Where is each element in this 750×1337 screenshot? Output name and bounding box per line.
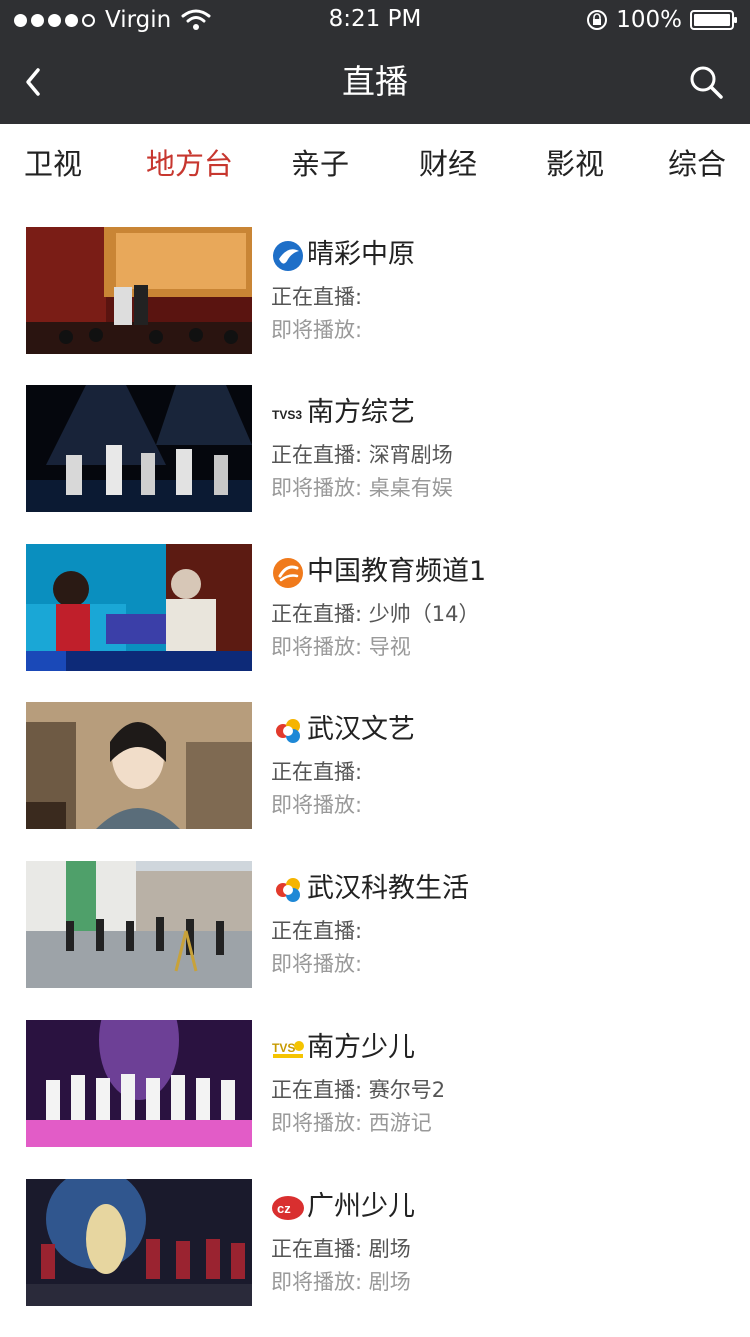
channel-thumbnail <box>26 1020 252 1147</box>
cetv-logo-icon <box>273 558 303 588</box>
channel-item[interactable]: 晴彩中原 正在直播: 即将播放: <box>0 227 750 385</box>
tvs-kids-logo-icon: TVS <box>271 1038 305 1058</box>
concert-band-image <box>26 385 252 512</box>
stage-event-image <box>26 227 252 354</box>
page-title: 直播 <box>342 62 408 101</box>
up-next: 即将播放: 桌桌有娱 <box>271 476 453 500</box>
category-tabs: 卫视 地方台 亲子 财经 影视 综合 <box>0 124 750 204</box>
tab-zonghe[interactable]: 综合 <box>668 144 726 184</box>
now-playing: 正在直播: 少帅（14） <box>271 602 480 626</box>
street-scene-image <box>26 861 252 988</box>
channel-item[interactable]: TVS3 南方综艺 正在直播: 深宵剧场 即将播放: 桌桌有娱 <box>0 385 750 543</box>
channel-name: 中国教育频道1 <box>307 556 487 587</box>
tab-difangtai[interactable]: 地方台 <box>146 144 233 184</box>
battery-percent: 100% <box>616 7 682 33</box>
svg-text:cz: cz <box>277 1201 291 1216</box>
up-next: 即将播放: 导视 <box>271 635 411 659</box>
kids-dance-image <box>26 1179 252 1306</box>
now-playing: 正在直播: <box>271 919 363 943</box>
status-bar: Virgin 8:21 PM 100% <box>0 0 750 40</box>
education-news-image <box>26 544 252 671</box>
kids-stage-image <box>26 1020 252 1147</box>
svg-text:TVS3: TVS3 <box>272 408 302 422</box>
tab-weishi[interactable]: 卫视 <box>24 144 82 184</box>
search-icon[interactable] <box>688 64 724 100</box>
gz-logo-icon: cz <box>272 1196 304 1220</box>
up-next: 即将播放: 剧场 <box>271 1270 411 1294</box>
channel-name: 武汉科教生活 <box>307 873 469 904</box>
now-playing: 正在直播: 赛尔号2 <box>271 1078 446 1102</box>
rotation-lock-icon <box>587 10 608 30</box>
drama-poster-image <box>26 702 252 829</box>
channel-name: 晴彩中原 <box>307 239 415 270</box>
channel-name: 南方少儿 <box>307 1032 415 1063</box>
channel-item[interactable]: 武汉科教生活 正在直播: 即将播放: <box>0 861 750 1019</box>
channel-name: 武汉文艺 <box>307 714 415 745</box>
now-playing: 正在直播: 深宵剧场 <box>271 443 453 467</box>
channel-thumbnail <box>26 861 252 988</box>
tvs-variety-logo-icon: TVS3 <box>271 405 305 423</box>
wuhan-tv-logo-icon <box>276 878 300 902</box>
up-next: 即将播放: <box>271 318 363 342</box>
svg-text:TVS: TVS <box>272 1041 295 1055</box>
battery-icon <box>690 10 737 30</box>
back-icon[interactable] <box>18 62 50 102</box>
qingcai-zhongyuan-logo-icon <box>273 241 303 271</box>
tab-caijing[interactable]: 财经 <box>419 144 477 184</box>
channel-item[interactable]: TVS 南方少儿 正在直播: 赛尔号2 即将播放: 西游记 <box>0 1020 750 1178</box>
channel-item[interactable]: 武汉文艺 正在直播: 即将播放: <box>0 702 750 860</box>
channel-thumbnail <box>26 1179 252 1306</box>
channel-thumbnail <box>26 544 252 671</box>
channel-name: 广州少儿 <box>307 1191 415 1222</box>
channel-item[interactable]: cz 广州少儿 正在直播: 剧场 即将播放: 剧场 <box>0 1179 750 1337</box>
now-playing: 正在直播: <box>271 285 363 309</box>
up-next: 即将播放: <box>271 793 363 817</box>
now-playing: 正在直播: <box>271 760 363 784</box>
tab-yingshi[interactable]: 影视 <box>546 144 604 184</box>
channel-thumbnail <box>26 702 252 829</box>
now-playing: 正在直播: 剧场 <box>271 1237 411 1261</box>
up-next: 即将播放: <box>271 952 363 976</box>
channel-thumbnail <box>26 227 252 354</box>
tab-qinzi[interactable]: 亲子 <box>291 144 349 184</box>
up-next: 即将播放: 西游记 <box>271 1111 432 1135</box>
channel-name: 南方综艺 <box>307 397 415 428</box>
channel-item[interactable]: 中国教育频道1 正在直播: 少帅（14） 即将播放: 导视 <box>0 544 750 702</box>
wuhan-tv-logo-icon <box>276 719 300 743</box>
status-right: 100% <box>586 6 738 34</box>
nav-bar: 直播 <box>0 40 750 124</box>
channel-thumbnail <box>26 385 252 512</box>
